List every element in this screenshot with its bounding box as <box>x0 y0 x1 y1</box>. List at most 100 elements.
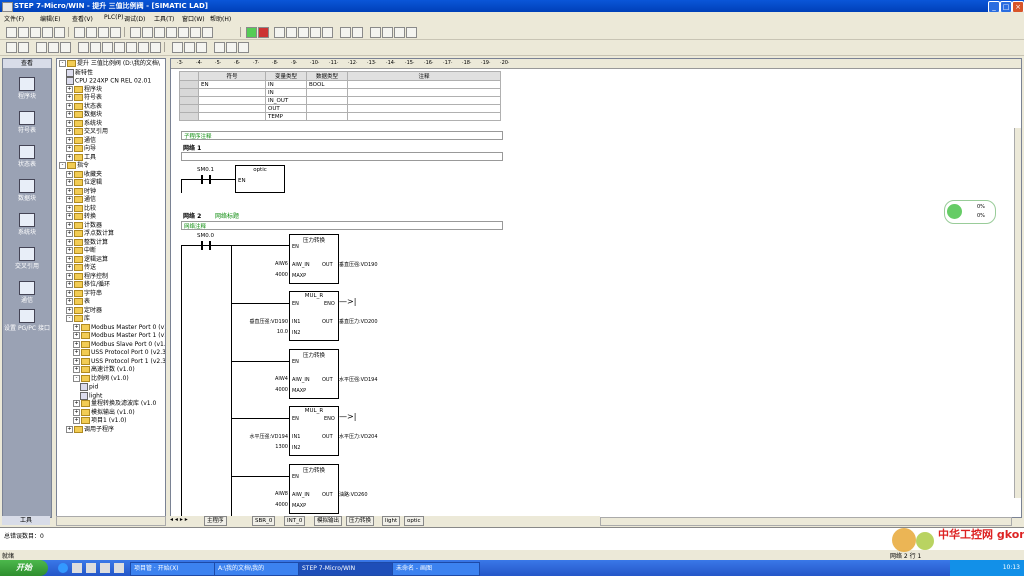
tree-expander[interactable]: + <box>66 170 73 178</box>
tree-item[interactable]: + 表 <box>66 298 90 306</box>
contact-sm0-1[interactable] <box>209 175 211 184</box>
tab-main[interactable]: 主程序 <box>204 516 227 526</box>
tree-item[interactable]: + 定时器 <box>66 306 102 315</box>
tree-expander[interactable]: + <box>66 196 73 203</box>
function-block[interactable]: 压力转换 EN AIW_IN MAXP OUT <box>289 234 339 284</box>
tree-expander[interactable]: - <box>73 374 80 382</box>
nav-symbol-table[interactable]: 符号表 <box>3 111 51 134</box>
quick-launch-icon[interactable] <box>86 563 96 573</box>
nav-set-pgpc-interface[interactable]: 设置 PG/PC 接口 <box>3 309 51 332</box>
print-icon[interactable] <box>42 27 53 38</box>
block-out-operand[interactable]: 水平压力:VD204 <box>339 433 378 440</box>
toggle-symbol-icon[interactable] <box>48 42 59 53</box>
tree-item[interactable]: pid <box>80 383 98 392</box>
tree-item[interactable]: + 系统块 <box>66 119 102 128</box>
tree-expander[interactable]: + <box>66 289 73 297</box>
toolbar-disabled-icon[interactable] <box>196 42 207 53</box>
tree-item[interactable]: + 符号表 <box>66 94 102 102</box>
tree-expander[interactable]: + <box>66 85 73 93</box>
tree-expander[interactable]: + <box>66 230 73 237</box>
tree-item[interactable]: 新特性 <box>66 68 93 78</box>
tab-scroll-arrows[interactable]: ◂ ◂ ▸ ▸ <box>170 516 188 523</box>
paste-icon[interactable] <box>98 27 109 38</box>
network-delete-icon[interactable] <box>18 42 29 53</box>
pause-trend-icon[interactable] <box>286 27 297 38</box>
save-icon[interactable] <box>30 27 41 38</box>
tree-item[interactable]: + Modbus Master Port 0 (v1 <box>73 323 165 332</box>
sort-asc-icon[interactable] <box>178 27 189 38</box>
network-1-comment[interactable] <box>181 152 503 161</box>
tree-expander[interactable]: + <box>66 281 73 288</box>
tree-item[interactable]: + 逻辑运算 <box>66 255 108 264</box>
tree-item[interactable]: + 浮点数计算 <box>66 230 114 238</box>
block-in2-operand[interactable]: 4000 <box>275 272 288 278</box>
task-item[interactable]: 未命名 - 画图 <box>392 562 480 576</box>
tab-optic[interactable]: optic <box>404 516 424 526</box>
tree-expander[interactable]: + <box>73 366 80 373</box>
block-in2-operand[interactable]: 4000 <box>275 502 288 508</box>
network-2-label[interactable]: 网络 2 <box>183 211 201 220</box>
open-icon[interactable] <box>18 27 29 38</box>
tree-item[interactable]: -库 <box>66 315 90 323</box>
tree-item[interactable]: + 移位/循环 <box>66 281 110 289</box>
cut-icon[interactable] <box>74 27 85 38</box>
plc-status-widget[interactable]: 0% 0% <box>944 200 996 224</box>
navbar-tools-footer[interactable]: 工具 <box>2 516 50 525</box>
tree-expander[interactable]: + <box>66 272 73 280</box>
block-out-operand[interactable]: 垂直压力:VD200 <box>339 318 378 325</box>
program-status-icon[interactable] <box>274 27 285 38</box>
tree-expander[interactable]: + <box>66 128 73 135</box>
quick-launch-icon[interactable] <box>114 563 124 573</box>
nav-communications[interactable]: 通信 <box>3 281 51 304</box>
nav-data-block[interactable]: 数据块 <box>3 179 51 202</box>
function-block[interactable]: 压力转换 EN AIW_IN MAXP OUT <box>289 349 339 399</box>
menu-view[interactable]: 查看(V) <box>72 14 93 23</box>
tree-item[interactable]: + 比较 <box>66 204 96 213</box>
tree-item[interactable]: - 比例阀 (v1.0) <box>73 374 129 383</box>
tree-item[interactable]: + USS Protocol Port 0 (v2.3 <box>73 349 165 357</box>
block-in1-operand[interactable]: 垂直压强:VD190 <box>250 318 289 325</box>
status-chart-icon[interactable] <box>298 27 309 38</box>
tree-item[interactable]: + 状态表 <box>66 102 102 111</box>
var-row[interactable]: OUT <box>179 104 501 113</box>
quick-launch-icon[interactable] <box>72 563 82 573</box>
tree-expander[interactable]: + <box>66 213 73 220</box>
tree-item[interactable]: + 传送 <box>66 264 96 272</box>
tree-item[interactable]: + 通信 <box>66 196 96 204</box>
tab-sbr0[interactable]: SBR_0 <box>252 516 276 526</box>
coil-icon[interactable] <box>138 42 149 53</box>
toolbar-disabled-icon[interactable] <box>184 42 195 53</box>
tree-item[interactable]: CPU 224XP CN REL 02.01 <box>66 77 151 86</box>
menu-edit[interactable]: 编辑(E) <box>40 14 60 23</box>
force-icon[interactable] <box>340 27 351 38</box>
tree-item[interactable]: + 计数器 <box>66 221 102 230</box>
tree-expander[interactable]: + <box>73 340 80 348</box>
tree-item[interactable]: + 高速计数 (v1.0) <box>73 366 135 374</box>
var-row[interactable]: EN IN BOOL <box>179 80 501 89</box>
line-right-icon[interactable] <box>114 42 125 53</box>
var-row[interactable]: IN_OUT <box>179 96 501 105</box>
tree-expander[interactable]: + <box>66 221 73 229</box>
tree-item[interactable]: + 数据块 <box>66 111 102 119</box>
tree-item[interactable]: + 通信 <box>66 136 96 145</box>
tree-expander[interactable]: + <box>66 179 73 186</box>
tree-expander[interactable]: + <box>73 357 80 365</box>
block-out-operand[interactable]: 垂直压强:VD190 <box>339 261 378 268</box>
tree-expander[interactable]: + <box>73 349 80 356</box>
tree-expander[interactable]: + <box>66 102 73 110</box>
tree-item[interactable]: + 中断 <box>66 247 96 255</box>
tree-item[interactable]: + 工具 <box>66 153 96 162</box>
tree-item[interactable]: + 转换 <box>66 213 96 221</box>
block-out-operand[interactable]: 水平压强:VD194 <box>339 376 378 383</box>
menu-tools[interactable]: 工具(T) <box>154 14 174 23</box>
contact-sm0-0[interactable] <box>209 241 211 250</box>
nav-cross-reference[interactable]: 交叉引用 <box>3 247 51 270</box>
contact-icon[interactable] <box>126 42 137 53</box>
contact-sm0-0[interactable] <box>201 241 203 250</box>
task-item[interactable]: A:\我的文档\我的 <box>214 562 302 576</box>
ie-icon[interactable] <box>58 563 68 573</box>
tree-item[interactable]: + 项目1 (v1.0) <box>73 417 127 425</box>
block-out-operand[interactable]: 油路:VD260 <box>339 491 368 498</box>
network-2-comment[interactable]: 网络注释 <box>181 221 503 230</box>
tab-analog-output[interactable]: 模拟输出 <box>314 516 343 526</box>
